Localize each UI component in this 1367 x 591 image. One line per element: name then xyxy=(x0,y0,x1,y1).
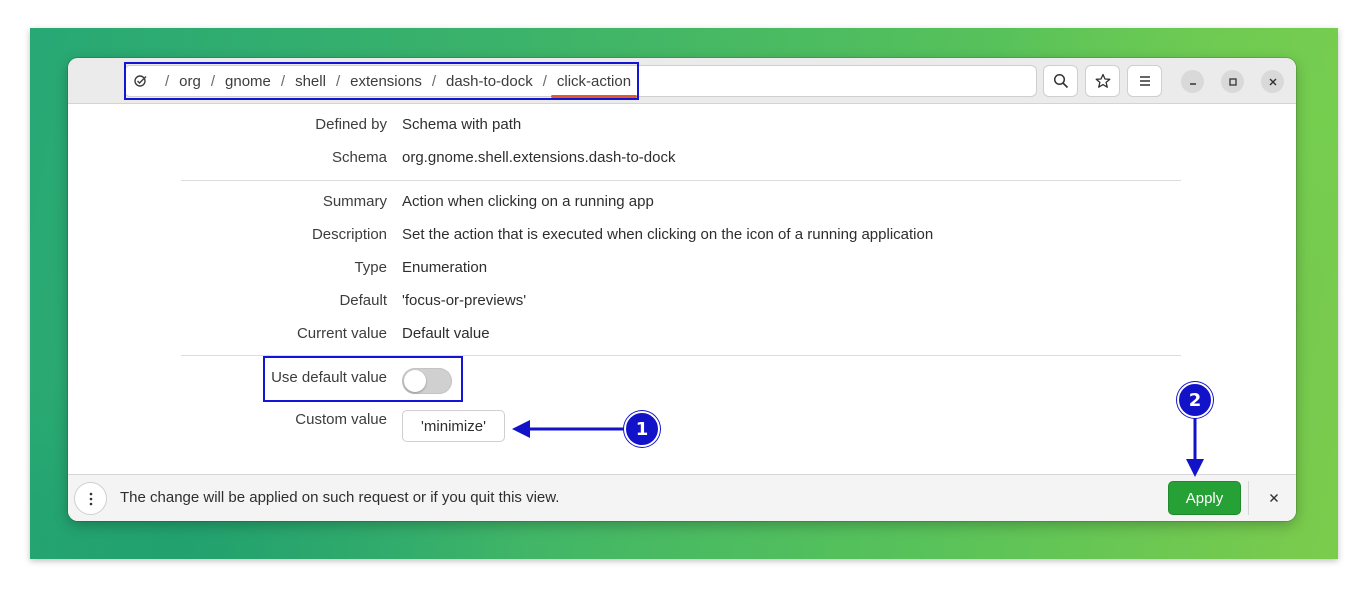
annotation-arrows xyxy=(512,418,1204,477)
screenshot-stage: / org / gnome / shell / extensions / das… xyxy=(0,0,1367,591)
arrow-1-head xyxy=(512,420,530,438)
annotation-marker-2: 2 xyxy=(1177,382,1213,418)
arrow-2-head xyxy=(1186,459,1204,477)
annotation-marker-1: 1 xyxy=(624,411,660,447)
